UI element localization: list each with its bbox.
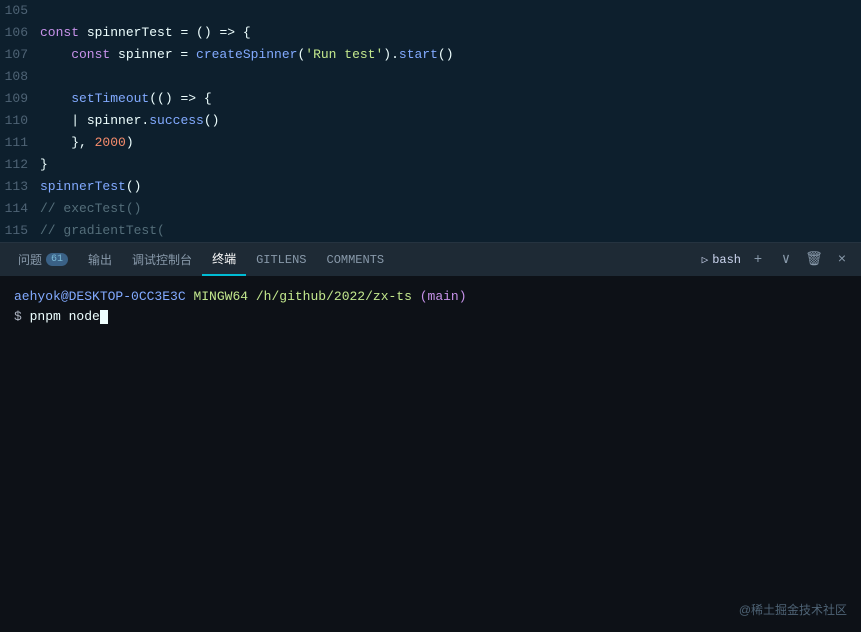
code-line: 111 }, 2000) (0, 132, 861, 154)
line-content: | spinner.success() (40, 110, 219, 132)
line-number: 105 (0, 0, 40, 22)
tab-debug-console-label: 调试控制台 (132, 251, 192, 268)
line-number: 108 (0, 66, 40, 88)
terminal-space2 (248, 287, 256, 307)
line-content: const spinner = createSpinner('Run test'… (40, 44, 454, 66)
tab-comments-label: COMMENTS (327, 253, 385, 267)
code-line: 105 (0, 0, 861, 22)
close-panel-button[interactable]: × (831, 249, 853, 271)
terminal-space1 (186, 287, 194, 307)
terminal-at-host: @DESKTOP-0CC3E3C (61, 287, 186, 307)
kill-terminal-button[interactable]: 🗑 (803, 249, 825, 271)
code-line: 115// gradientTest( (0, 220, 861, 242)
panel-tab-bar: 问题 61 输出 调试控制台 终端 GITLENS COMMENTS ▷ bas… (0, 242, 861, 277)
code-line: 113spinnerTest() (0, 176, 861, 198)
terminal-space3 (412, 287, 420, 307)
terminal-bash-label: ▷ bash (702, 253, 741, 267)
tab-output-label: 输出 (88, 251, 112, 268)
terminal-shell: MINGW64 (193, 287, 248, 307)
terminal-panel[interactable]: aehyok @DESKTOP-0CC3E3C MINGW64 /h/githu… (0, 277, 861, 632)
terminal-command-line: $ pnpm node (14, 307, 847, 327)
line-content: spinnerTest() (40, 176, 141, 198)
code-line: 109 setTimeout(() => { (0, 88, 861, 110)
terminal-cursor (100, 310, 108, 324)
code-line: 106const spinnerTest = () => { (0, 22, 861, 44)
code-line: 114// execTest() (0, 198, 861, 220)
code-line: 110 | spinner.success() (0, 110, 861, 132)
add-terminal-button[interactable]: + (747, 249, 769, 271)
tab-debug-console[interactable]: 调试控制台 (122, 243, 202, 276)
terminal-user: aehyok (14, 287, 61, 307)
code-line: 107 const spinner = createSpinner('Run t… (0, 44, 861, 66)
line-number: 112 (0, 154, 40, 176)
code-line: 112} (0, 154, 861, 176)
tab-terminal[interactable]: 终端 (202, 243, 246, 276)
terminal-branch: (main) (420, 287, 467, 307)
terminal-path: /h/github/2022/zx-ts (256, 287, 412, 307)
tab-problems-label: 问题 (18, 251, 42, 268)
tab-gitlens[interactable]: GITLENS (246, 243, 316, 276)
terminal-dollar: $ (14, 307, 22, 327)
tab-gitlens-label: GITLENS (256, 253, 306, 267)
line-number: 113 (0, 176, 40, 198)
line-number: 114 (0, 198, 40, 220)
line-number: 110 (0, 110, 40, 132)
line-number: 107 (0, 44, 40, 66)
line-content: }, 2000) (40, 132, 134, 154)
code-editor: 105106const spinnerTest = () => {107 con… (0, 0, 861, 242)
code-line: 108 (0, 66, 861, 88)
tab-comments[interactable]: COMMENTS (317, 243, 395, 276)
toolbar-right: ▷ bash + ∨ 🗑 × (702, 249, 853, 271)
problems-badge: 61 (46, 253, 68, 266)
tab-problems[interactable]: 问题 61 (8, 243, 78, 276)
split-terminal-button[interactable]: ∨ (775, 249, 797, 271)
line-number: 115 (0, 220, 40, 242)
line-content: // execTest() (40, 198, 141, 220)
watermark: @稀土掘金技术社区 (739, 601, 847, 618)
line-number: 106 (0, 22, 40, 44)
line-content: // gradientTest( (40, 220, 165, 242)
tab-output[interactable]: 输出 (78, 243, 122, 276)
bash-text: bash (712, 253, 741, 267)
line-number: 111 (0, 132, 40, 154)
line-content: const spinnerTest = () => { (40, 22, 251, 44)
line-number: 109 (0, 88, 40, 110)
terminal-icon: ▷ (702, 253, 709, 267)
terminal-prompt: aehyok @DESKTOP-0CC3E3C MINGW64 /h/githu… (14, 287, 847, 307)
tab-terminal-label: 终端 (212, 250, 236, 267)
line-content: } (40, 154, 48, 176)
line-content: setTimeout(() => { (40, 88, 212, 110)
terminal-command: pnpm node (22, 307, 100, 327)
